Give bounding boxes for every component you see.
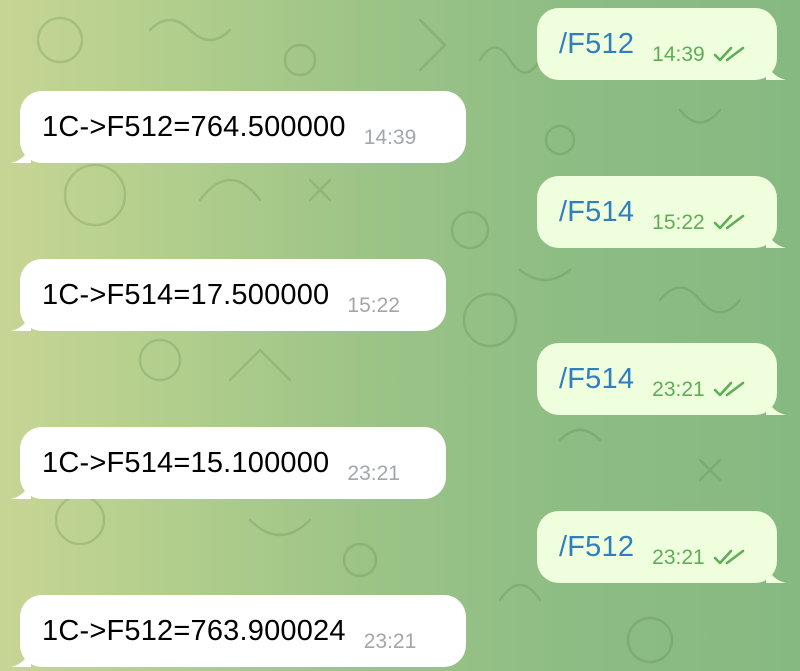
message-time: 23:21: [363, 630, 417, 653]
double-check-icon: [713, 381, 745, 397]
message-text: 1C->F512=763.900024: [42, 614, 346, 647]
bubble-tail: [11, 311, 31, 331]
message-time: 14:39: [363, 126, 417, 149]
bubble-tail: [11, 647, 31, 667]
double-check-icon: [713, 549, 745, 565]
message-time: 14:39: [652, 43, 705, 66]
bubble-tail: [766, 395, 786, 415]
double-check-icon: [713, 214, 745, 230]
command-link[interactable]: /F512: [559, 28, 634, 61]
message-time: 23:21: [347, 462, 400, 485]
message-text: 1C->F514=15.100000: [42, 446, 330, 479]
message-text: 1C->F512=764.500000: [42, 110, 346, 143]
message-time: 23:21: [652, 546, 705, 569]
command-link[interactable]: /F512: [559, 531, 634, 564]
message-text: 1C->F514=17.500000: [42, 278, 330, 311]
command-link[interactable]: /F514: [559, 363, 634, 396]
command-link[interactable]: /F514: [559, 196, 634, 229]
outgoing-message[interactable]: /F512 23:21: [537, 511, 786, 583]
bubble-tail: [766, 60, 786, 80]
incoming-message[interactable]: 1C->F512=763.900024 23:21: [11, 595, 466, 667]
incoming-message[interactable]: 1C->F512=764.500000 14:39: [11, 91, 466, 163]
double-check-icon: [713, 46, 745, 62]
incoming-message[interactable]: 1C->F514=15.100000 23:21: [11, 427, 446, 499]
incoming-message[interactable]: 1C->F514=17.500000 15:22: [11, 259, 446, 331]
bubble-tail: [766, 563, 786, 583]
message-time: 15:22: [652, 211, 705, 234]
message-time: 15:22: [347, 294, 400, 317]
outgoing-message[interactable]: /F512 14:39: [537, 8, 786, 80]
outgoing-message[interactable]: /F514 15:22: [537, 176, 786, 248]
outgoing-message[interactable]: /F514 23:21: [537, 343, 786, 415]
message-time: 23:21: [652, 378, 705, 401]
bubble-tail: [11, 143, 31, 163]
bubble-tail: [766, 228, 786, 248]
bubble-tail: [11, 479, 31, 499]
